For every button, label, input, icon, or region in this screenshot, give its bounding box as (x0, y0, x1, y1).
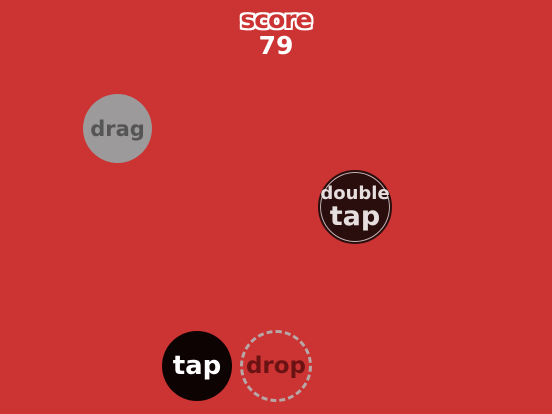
score-value: 79 (258, 31, 294, 60)
drop-target[interactable]: drop (240, 330, 312, 402)
tap-label: tap (172, 351, 222, 381)
double-tap-button[interactable]: double tap (318, 170, 392, 244)
drop-label: drop (245, 353, 307, 379)
score-display: score 79 (0, 5, 552, 60)
drag-label: drag (90, 116, 145, 141)
tap-button[interactable]: tap (162, 331, 232, 401)
score-label: score (240, 5, 312, 34)
drag-button[interactable]: drag (83, 94, 152, 163)
double-tap-label-line2: tap (329, 201, 381, 232)
